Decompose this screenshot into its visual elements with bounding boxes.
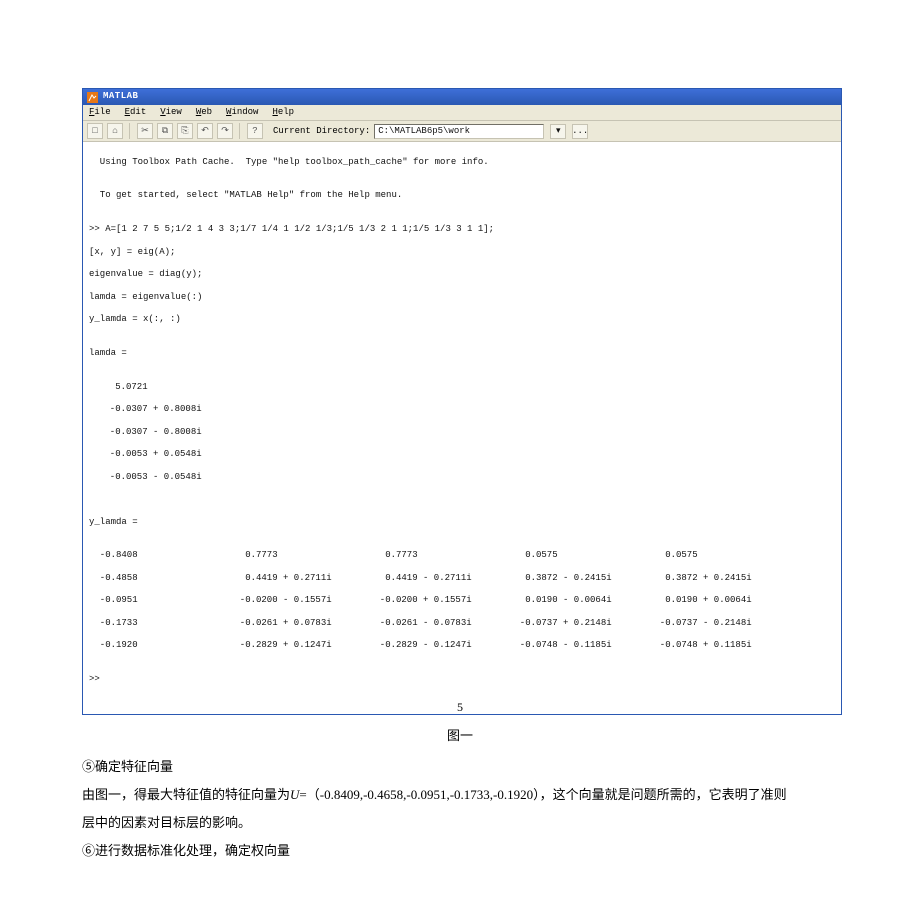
console-line: Using Toolbox Path Cache. Type "help too… bbox=[89, 157, 835, 168]
separator bbox=[239, 123, 241, 139]
ylamda-row: -0.8408 0.7773 0.7773 0.0575 0.0575 bbox=[89, 550, 835, 561]
matlab-icon bbox=[87, 92, 98, 103]
dir-dropdown-icon[interactable]: ▾ bbox=[550, 124, 566, 139]
lamda-value: -0.0307 + 0.8008i bbox=[99, 404, 835, 415]
var-header: y_lamda = bbox=[89, 517, 835, 528]
ylamda-row: -0.0951 -0.0200 - 0.1557i -0.0200 + 0.15… bbox=[89, 595, 835, 606]
console-line: y_lamda = x(:, :) bbox=[89, 314, 835, 325]
console-line: To get started, select "MATLAB Help" fro… bbox=[89, 190, 835, 201]
page-number: 5 bbox=[0, 700, 920, 715]
open-icon[interactable]: ⌂ bbox=[107, 123, 123, 139]
paragraph: 层中的因素对目标层的影响。 bbox=[82, 810, 838, 836]
lamda-value: -0.0053 - 0.0548i bbox=[99, 472, 835, 483]
paragraph: ⑥进行数据标准化处理，确定权向量 bbox=[82, 838, 838, 864]
browse-button[interactable]: ... bbox=[572, 124, 588, 139]
current-dir-label: Current Directory: bbox=[273, 126, 370, 137]
prompt: >> bbox=[89, 674, 835, 685]
var-header: lamda = bbox=[89, 348, 835, 359]
paragraph: 由图一，得最大特征值的特征向量为U=（-0.8409,-0.4658,-0.09… bbox=[82, 782, 838, 808]
paste-icon[interactable]: ⎘ bbox=[177, 123, 193, 139]
var-u: U bbox=[290, 787, 299, 802]
figure-caption: 图一 bbox=[0, 725, 920, 744]
title-bar: MATLAB bbox=[83, 89, 841, 105]
console-line: >> A=[1 2 7 5 5;1/2 1 4 3 3;1/7 1/4 1 1/… bbox=[89, 224, 835, 235]
paragraph: ⑤确定特征向量 bbox=[82, 754, 838, 780]
separator bbox=[129, 123, 131, 139]
menu-view[interactable]: View bbox=[160, 107, 182, 118]
command-window[interactable]: Using Toolbox Path Cache. Type "help too… bbox=[83, 142, 841, 714]
undo-icon[interactable]: ↶ bbox=[197, 123, 213, 139]
body-text: ⑤确定特征向量 由图一，得最大特征值的特征向量为U=（-0.8409,-0.46… bbox=[82, 754, 838, 864]
ylamda-row: -0.1920 -0.2829 + 0.1247i -0.2829 - 0.12… bbox=[89, 640, 835, 651]
lamda-value: -0.0307 - 0.8008i bbox=[99, 427, 835, 438]
new-icon[interactable]: □ bbox=[87, 123, 103, 139]
matlab-window: MATLAB File Edit View Web Window Help □ … bbox=[82, 88, 842, 715]
cut-icon[interactable]: ✂ bbox=[137, 123, 153, 139]
current-dir-field[interactable]: C:\MATLAB6p5\work bbox=[374, 124, 544, 139]
lamda-value: -0.0053 + 0.0548i bbox=[99, 449, 835, 460]
menu-window[interactable]: Window bbox=[226, 107, 258, 118]
lamda-value: 5.0721 bbox=[99, 382, 835, 393]
window-title: MATLAB bbox=[103, 91, 138, 102]
console-line: [x, y] = eig(A); bbox=[89, 247, 835, 258]
menu-file[interactable]: File bbox=[89, 107, 111, 118]
menu-help[interactable]: Help bbox=[272, 107, 294, 118]
tool-bar: □ ⌂ ✂ ⧉ ⎘ ↶ ↷ ? Current Directory: C:\MA… bbox=[83, 121, 841, 142]
console-line: eigenvalue = diag(y); bbox=[89, 269, 835, 280]
menu-web[interactable]: Web bbox=[196, 107, 212, 118]
ylamda-row: -0.1733 -0.0261 + 0.0783i -0.0261 - 0.07… bbox=[89, 618, 835, 629]
copy-icon[interactable]: ⧉ bbox=[157, 123, 173, 139]
redo-icon[interactable]: ↷ bbox=[217, 123, 233, 139]
menu-edit[interactable]: Edit bbox=[125, 107, 147, 118]
console-line: lamda = eigenvalue(:) bbox=[89, 292, 835, 303]
ylamda-row: -0.4858 0.4419 + 0.2711i 0.4419 - 0.2711… bbox=[89, 573, 835, 584]
help-icon[interactable]: ? bbox=[247, 123, 263, 139]
menu-bar: File Edit View Web Window Help bbox=[83, 105, 841, 121]
